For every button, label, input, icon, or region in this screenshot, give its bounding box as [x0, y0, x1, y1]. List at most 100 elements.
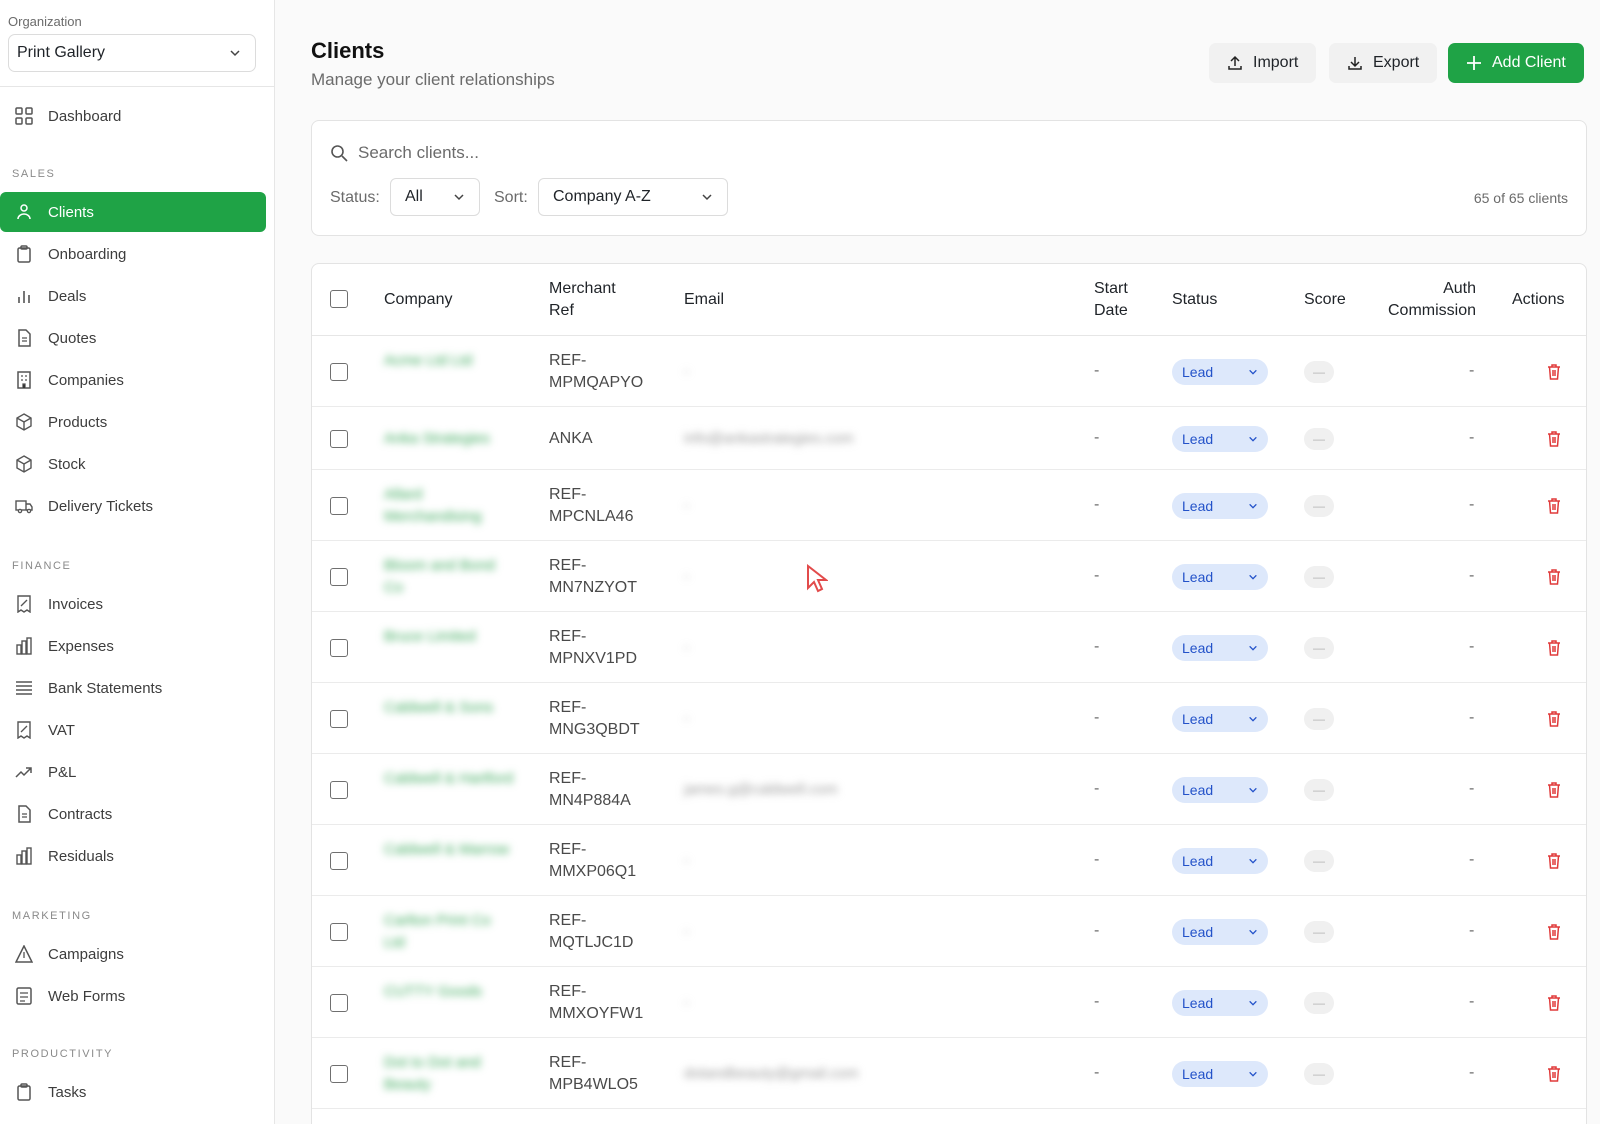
- sidebar-item-stock[interactable]: Stock: [0, 444, 266, 484]
- sidebar-item-label: Delivery Tickets: [48, 497, 154, 515]
- score-badge: —: [1304, 1063, 1334, 1085]
- table-row[interactable]: Allard Merchandising REF- MPCNLA46 - - L…: [312, 470, 1586, 541]
- export-button[interactable]: Export: [1329, 43, 1438, 83]
- table-row[interactable]: Acme Ltd Ltd REF- MPMQAPYO - - Lead — -: [312, 336, 1586, 407]
- merchant-ref-line1: REF-: [549, 912, 587, 929]
- status-dropdown[interactable]: Lead: [1172, 706, 1268, 732]
- company-link[interactable]: Acme Ltd Ltd: [384, 350, 514, 372]
- sidebar-item-onboarding[interactable]: Onboarding: [0, 234, 266, 274]
- company-link[interactable]: Caldwell & Sons: [384, 697, 514, 719]
- column-auth-commission[interactable]: Auth Commission: [1388, 278, 1476, 322]
- status-dropdown[interactable]: Lead: [1172, 564, 1268, 590]
- table-row[interactable]: Carlton Print Co Ltd REF- MQTLJC1D - - L…: [312, 896, 1586, 967]
- column-score[interactable]: Score: [1304, 289, 1346, 311]
- trash-icon[interactable]: [1545, 430, 1563, 448]
- column-merchant-ref[interactable]: Merchant Ref: [549, 278, 616, 322]
- row-checkbox[interactable]: [330, 781, 348, 799]
- merchant-ref-line1: REF-: [549, 557, 587, 574]
- row-checkbox[interactable]: [330, 994, 348, 1012]
- table-row[interactable]: Caldwell & Marrow REF- MMXP06Q1 - - Lead…: [312, 825, 1586, 896]
- import-label: Import: [1253, 54, 1299, 71]
- sidebar-item-tasks[interactable]: Tasks: [0, 1072, 266, 1112]
- search-input[interactable]: Search clients...: [330, 143, 479, 163]
- status-dropdown[interactable]: Lead: [1172, 426, 1268, 452]
- status-filter-select[interactable]: All: [390, 178, 480, 216]
- company-link[interactable]: Anka Strategies: [384, 428, 514, 450]
- status-dropdown[interactable]: Lead: [1172, 359, 1268, 385]
- trash-icon[interactable]: [1545, 710, 1563, 728]
- column-company[interactable]: Company: [384, 289, 452, 311]
- sidebar-item-vat[interactable]: VAT: [0, 710, 266, 750]
- table-row[interactable]: CUTTY Goods REF- MMXOYFW1 - - Lead — -: [312, 967, 1586, 1038]
- row-checkbox[interactable]: [330, 923, 348, 941]
- import-button[interactable]: Import: [1209, 43, 1317, 83]
- status-dropdown[interactable]: Lead: [1172, 919, 1268, 945]
- status-dropdown[interactable]: Lead: [1172, 635, 1268, 661]
- status-dropdown[interactable]: Lead: [1172, 990, 1268, 1016]
- score-badge: —: [1304, 428, 1334, 450]
- trash-icon[interactable]: [1545, 1065, 1563, 1083]
- company-link[interactable]: Caldwell & Hartford: [384, 768, 514, 790]
- company-link[interactable]: Dot to Dot and Beauty: [384, 1052, 514, 1096]
- merchant-ref-line2: MN4P884A: [549, 792, 631, 809]
- merchant-ref: REF- MPCNLA46: [549, 484, 633, 528]
- row-checkbox[interactable]: [330, 568, 348, 586]
- sidebar-item-dashboard[interactable]: Dashboard: [0, 96, 266, 136]
- email-value: dotandbeauty@gmail.com: [684, 1065, 859, 1082]
- sidebar-item-deals[interactable]: Deals: [0, 276, 266, 316]
- sidebar-item-campaigns[interactable]: Campaigns: [0, 934, 266, 974]
- sidebar-item-pnl[interactable]: P&L: [0, 752, 266, 792]
- sidebar-item-invoices[interactable]: Invoices: [0, 584, 266, 624]
- company-link[interactable]: Caldwell & Marrow: [384, 839, 514, 861]
- sidebar-item-products[interactable]: Products: [0, 402, 266, 442]
- table-row[interactable]: Dot to Dot and Beauty REF- MPB4WLO5 dota…: [312, 1038, 1586, 1109]
- sidebar-item-quotes[interactable]: Quotes: [0, 318, 266, 358]
- org-select[interactable]: Print Gallery: [8, 34, 256, 72]
- trash-icon[interactable]: [1545, 852, 1563, 870]
- trash-icon[interactable]: [1545, 363, 1563, 381]
- row-checkbox[interactable]: [330, 363, 348, 381]
- trash-icon[interactable]: [1545, 497, 1563, 515]
- sidebar-item-companies[interactable]: Companies: [0, 360, 266, 400]
- status-dropdown[interactable]: Lead: [1172, 1061, 1268, 1087]
- row-checkbox[interactable]: [330, 430, 348, 448]
- company-link[interactable]: Carlton Print Co Ltd: [384, 910, 514, 954]
- row-checkbox[interactable]: [330, 1065, 348, 1083]
- add-client-button[interactable]: Add Client: [1448, 43, 1584, 83]
- trash-icon[interactable]: [1545, 568, 1563, 586]
- select-all-checkbox[interactable]: [330, 290, 348, 308]
- sidebar-item-clients[interactable]: Clients: [0, 192, 266, 232]
- status-dropdown[interactable]: Lead: [1172, 777, 1268, 803]
- sidebar-item-contracts[interactable]: Contracts: [0, 794, 266, 834]
- sidebar-item-expenses[interactable]: Expenses: [0, 626, 266, 666]
- row-checkbox[interactable]: [330, 497, 348, 515]
- table-row[interactable]: Anka Strategies ANKA info@ankastrategies…: [312, 407, 1586, 470]
- status-value: Lead: [1182, 569, 1214, 585]
- row-checkbox[interactable]: [330, 852, 348, 870]
- sidebar-item-web-forms[interactable]: Web Forms: [0, 976, 266, 1016]
- row-checkbox[interactable]: [330, 639, 348, 657]
- sidebar-item-bank-statements[interactable]: Bank Statements: [0, 668, 266, 708]
- sidebar-item-residuals[interactable]: Residuals: [0, 836, 266, 876]
- status-dropdown[interactable]: Lead: [1172, 848, 1268, 874]
- column-status[interactable]: Status: [1172, 289, 1217, 311]
- trash-icon[interactable]: [1545, 923, 1563, 941]
- trash-icon[interactable]: [1545, 639, 1563, 657]
- table-row[interactable]: Bloom and Bond Co REF- MN7NZYOT - - Lead…: [312, 541, 1586, 612]
- sort-select[interactable]: Company A-Z: [538, 178, 728, 216]
- company-link[interactable]: Allard Merchandising: [384, 484, 514, 528]
- truck-icon: [14, 496, 34, 516]
- status-dropdown[interactable]: Lead: [1172, 493, 1268, 519]
- company-link[interactable]: Bloom and Bond Co: [384, 555, 514, 599]
- column-start-date[interactable]: Start Date: [1094, 278, 1128, 322]
- trash-icon[interactable]: [1545, 994, 1563, 1012]
- trash-icon[interactable]: [1545, 781, 1563, 799]
- table-row[interactable]: Caldwell & Sons REF- MNG3QBDT - - Lead —…: [312, 683, 1586, 754]
- column-email[interactable]: Email: [684, 289, 724, 311]
- company-link[interactable]: Bruce Limited: [384, 626, 514, 648]
- table-row[interactable]: Caldwell & Hartford REF- MN4P884A james.…: [312, 754, 1586, 825]
- table-row[interactable]: Bruce Limited REF- MPNXV1PD - - Lead — -: [312, 612, 1586, 683]
- company-link[interactable]: CUTTY Goods: [384, 981, 514, 1003]
- row-checkbox[interactable]: [330, 710, 348, 728]
- sidebar-item-delivery-tickets[interactable]: Delivery Tickets: [0, 486, 266, 526]
